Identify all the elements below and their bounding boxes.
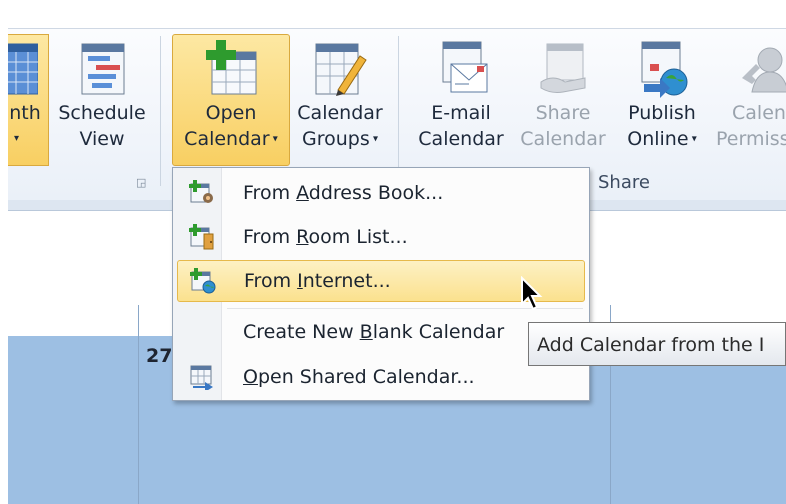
- group-separator: [160, 36, 161, 186]
- calendar-groups-icon: [315, 43, 367, 96]
- email-calendar-label-line2: Calendar: [418, 128, 504, 150]
- chevron-down-icon: ▾: [269, 133, 278, 145]
- menu-item-label-pre: From: [244, 270, 298, 292]
- chevron-down-icon: ▾: [369, 133, 378, 145]
- internet-calendar-icon: [190, 268, 216, 294]
- window-top-strip: [0, 0, 786, 28]
- calendar-groups-label-line2: Groups: [302, 128, 370, 150]
- menu-item-accesskey: R: [296, 226, 309, 248]
- email-calendar-label-line1: E-mail: [431, 102, 491, 124]
- share-calendar-icon: [540, 43, 586, 93]
- open-calendar-button[interactable]: Open Calendar ▾: [172, 38, 290, 153]
- publish-online-button[interactable]: Publish Online ▾: [614, 38, 710, 153]
- menu-item-label-post: oom List...: [308, 226, 408, 248]
- calendar-day-number: 27: [146, 345, 173, 367]
- schedule-view-icon: [81, 43, 125, 95]
- menu-item-accesskey: B: [359, 321, 373, 343]
- menu-item-accesskey: A: [296, 182, 309, 204]
- open-calendar-icon: [206, 40, 257, 95]
- permissions-icon: [742, 47, 786, 93]
- menu-item-label-post: pen Shared Calendar...: [257, 366, 475, 388]
- menu-item-label-pre: From: [243, 182, 297, 204]
- publish-online-icon: [641, 41, 688, 98]
- menu-item-label-post: lank Calendar: [372, 321, 505, 343]
- menu-item-from-address-book[interactable]: From Address Book...: [177, 173, 583, 213]
- mouse-cursor-icon: [521, 276, 543, 311]
- share-calendar-label-line2: Calendar: [520, 128, 606, 150]
- menu-item-label-pre: From: [243, 226, 297, 248]
- menu-item-from-room-list[interactable]: From Room List...: [177, 217, 583, 257]
- group-separator: [398, 36, 399, 186]
- menu-item-label-pre: Create New: [243, 321, 360, 343]
- email-calendar-icon: [442, 41, 488, 93]
- menu-item-create-new-blank-calendar[interactable]: Create New Blank Calendar: [177, 312, 583, 352]
- calendar-groups-label-line1: Calendar: [297, 102, 383, 124]
- calendar-permissions-label-line1: Calen: [732, 102, 786, 124]
- menu-item-label-post: nternet...: [302, 270, 391, 292]
- calendar-groups-button[interactable]: Calendar Groups ▾: [290, 38, 390, 153]
- chevron-down-icon: ▾: [14, 133, 20, 144]
- room-list-calendar-icon: [189, 224, 214, 250]
- schedule-view-label-line2: View: [79, 128, 125, 150]
- month-button-label: nth: [9, 102, 41, 124]
- menu-item-label-post: ddress Book...: [308, 182, 444, 204]
- schedule-view-button[interactable]: Schedule View: [50, 38, 154, 152]
- open-calendar-label-line2: Calendar: [184, 128, 270, 150]
- share-group-label: Share: [598, 172, 650, 193]
- menu-item-accesskey: O: [243, 366, 258, 388]
- schedule-view-label-line1: Schedule: [58, 102, 146, 124]
- publish-online-label-line1: Publish: [628, 102, 696, 124]
- email-calendar-button[interactable]: E-mail Calendar: [412, 38, 510, 152]
- address-book-calendar-icon: [189, 180, 213, 203]
- menu-item-open-shared-calendar[interactable]: Open Shared Calendar...: [177, 357, 583, 397]
- calendar-permissions-label-line2: Permiss: [716, 128, 786, 150]
- calendar-permissions-button[interactable]: Calen Permiss: [714, 38, 786, 152]
- publish-online-label-line2: Online: [627, 128, 689, 150]
- month-button[interactable]: nth ▾: [8, 38, 48, 152]
- share-calendar-label-line1: Share: [535, 102, 591, 124]
- share-calendar-button[interactable]: Share Calendar: [516, 38, 610, 152]
- chevron-down-icon: ▾: [688, 133, 697, 145]
- month-calendar-icon: [8, 43, 38, 95]
- tooltip: Add Calendar from the I: [528, 322, 786, 366]
- shared-calendar-icon: [190, 365, 213, 390]
- calendar-gridline: [138, 305, 139, 504]
- dialog-launcher-icon[interactable]: ◲: [136, 176, 146, 189]
- open-calendar-label-line1: Open: [205, 102, 257, 124]
